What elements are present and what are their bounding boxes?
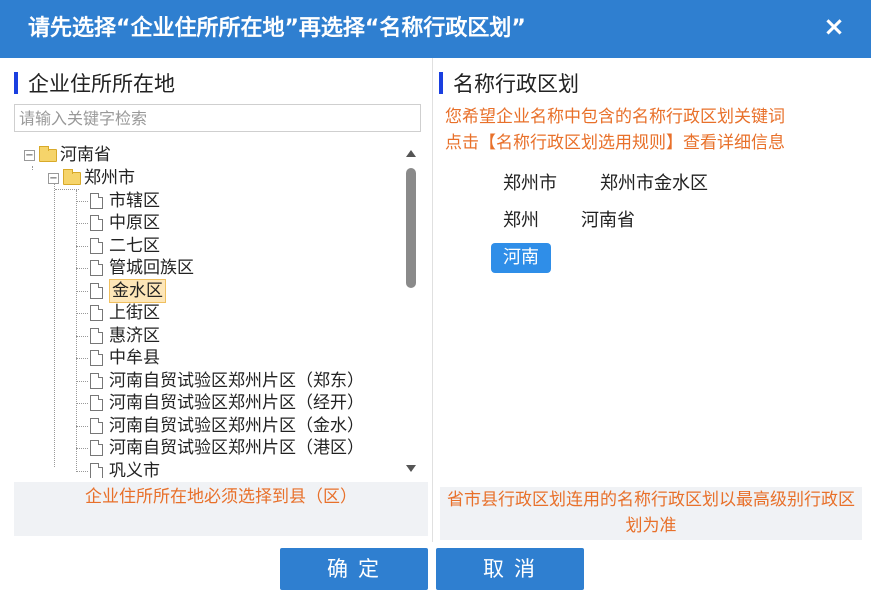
- region-select-dialog: 请先选择“企业住所所在地”再选择“名称行政区划” × 企业住所所在地 − 河南省…: [0, 0, 871, 593]
- region-name-footer-text: 省市县行政区划连用的名称行政区划以最高级别行政区划为准: [447, 490, 855, 536]
- tree-node-label: 郑州市: [84, 168, 135, 188]
- region-chip[interactable]: 郑州市: [491, 169, 569, 199]
- tree-node-district[interactable]: 中牟县: [76, 347, 160, 369]
- region-chip-selected[interactable]: 河南: [491, 243, 551, 273]
- tree-node-district[interactable]: 管城回族区: [76, 257, 194, 279]
- file-icon: [90, 463, 103, 478]
- scroll-up-icon[interactable]: [406, 150, 416, 157]
- tree-node-label: 河南省: [60, 145, 111, 165]
- scroll-thumb[interactable]: [406, 168, 416, 288]
- tree-node-district-selected[interactable]: 金水区: [76, 279, 166, 303]
- tree-node-district[interactable]: 上街区: [76, 302, 160, 324]
- close-icon[interactable]: ×: [823, 14, 845, 40]
- address-footer-text: 企业住所所在地必须选择到县（区）: [85, 487, 357, 507]
- tree-node-district[interactable]: 河南自贸试验区郑州片区（经开）: [76, 392, 364, 414]
- confirm-button[interactable]: 确定: [280, 548, 428, 590]
- file-icon: [90, 305, 103, 321]
- file-icon: [90, 283, 103, 299]
- file-icon: [90, 260, 103, 276]
- tree-node-district[interactable]: 河南自贸试验区郑州片区（郑东）: [76, 370, 364, 392]
- file-icon: [90, 418, 103, 434]
- tree-node-district[interactable]: 河南自贸试验区郑州片区（金水）: [76, 415, 364, 437]
- address-search-input[interactable]: [14, 104, 421, 132]
- address-footer-note: 企业住所所在地必须选择到县（区）: [14, 482, 428, 536]
- folder-icon: [63, 168, 81, 185]
- address-panel: 企业住所所在地 − 河南省 − 郑州市 市辖区 中原区 二七区 管城回族区 金水…: [0, 58, 432, 542]
- tree-node-district[interactable]: 河南自贸试验区郑州片区（港区）: [76, 437, 364, 459]
- tree-scrollbar[interactable]: [404, 146, 418, 476]
- file-icon: [90, 328, 103, 344]
- file-icon: [90, 215, 103, 231]
- region-tree: − 河南省 − 郑州市 市辖区 中原区 二七区 管城回族区 金水区 上街区 惠济…: [14, 144, 421, 478]
- tree-node-city[interactable]: − 郑州市: [48, 167, 135, 189]
- file-icon: [90, 395, 103, 411]
- cancel-button[interactable]: 取消: [436, 548, 584, 590]
- tree-node-district[interactable]: 巩义市: [76, 460, 160, 478]
- region-chip[interactable]: 河南省: [569, 206, 647, 236]
- tree-node-district[interactable]: 二七区: [76, 235, 160, 257]
- file-icon: [90, 350, 103, 366]
- region-name-hint: 您希望企业名称中包含的名称行政区划关键词 点击【名称行政区划选用规则】查看详细信…: [445, 104, 785, 156]
- region-chip[interactable]: 郑州市金水区: [588, 169, 720, 199]
- folder-icon: [39, 145, 57, 162]
- tree-node-province[interactable]: − 河南省: [24, 144, 111, 166]
- tree-node-district[interactable]: 中原区: [76, 212, 160, 234]
- region-chip[interactable]: 郑州: [491, 206, 551, 236]
- collapse-icon[interactable]: −: [24, 149, 35, 161]
- file-icon: [90, 193, 103, 209]
- region-name-footer-note: 省市县行政区划连用的名称行政区划以最高级别行政区划为准: [440, 487, 862, 540]
- hint-line-1: 您希望企业名称中包含的名称行政区划关键词: [445, 107, 785, 127]
- collapse-icon[interactable]: −: [48, 172, 59, 184]
- region-name-panel: 名称行政区划 您希望企业名称中包含的名称行政区划关键词 点击【名称行政区划选用规…: [432, 58, 871, 542]
- file-icon: [90, 373, 103, 389]
- tree-node-district[interactable]: 市辖区: [76, 190, 160, 212]
- file-icon: [90, 440, 103, 456]
- hint-line-2[interactable]: 点击【名称行政区划选用规则】查看详细信息: [445, 130, 785, 156]
- file-icon: [90, 238, 103, 254]
- scroll-down-icon[interactable]: [406, 465, 416, 472]
- tree-node-district[interactable]: 惠济区: [76, 325, 160, 347]
- dialog-title: 请先选择“企业住所所在地”再选择“名称行政区划”: [0, 0, 871, 58]
- region-name-section-title: 名称行政区划: [439, 68, 579, 98]
- address-section-title: 企业住所所在地: [14, 68, 175, 98]
